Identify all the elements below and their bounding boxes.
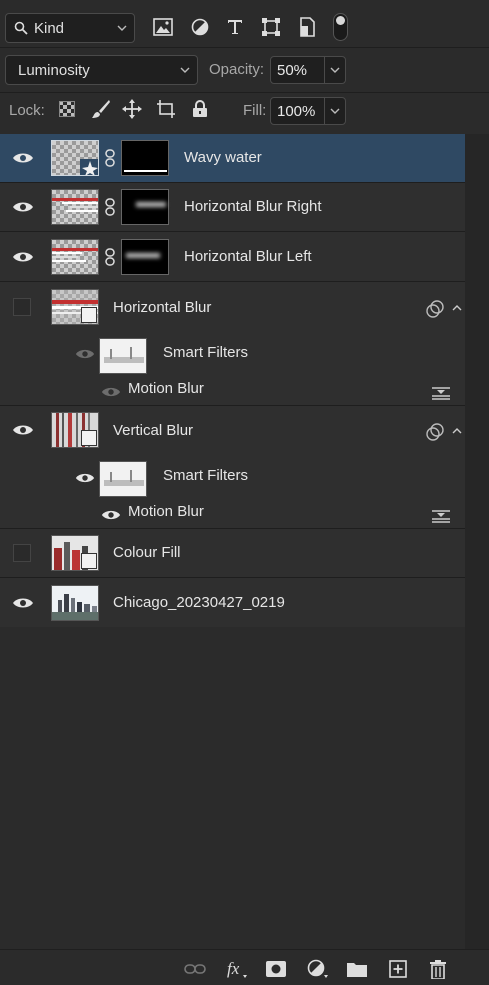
shape-layer-filter-icon[interactable]: [260, 16, 282, 38]
opacity-field[interactable]: 50%: [270, 56, 346, 84]
fill-field[interactable]: 100%: [270, 97, 346, 125]
layer-thumbnail[interactable]: [51, 412, 99, 448]
kind-filter-select[interactable]: Kind: [5, 13, 135, 43]
eye-icon[interactable]: [12, 596, 34, 610]
pixel-layer-filter-icon[interactable]: [152, 16, 174, 38]
search-icon: [14, 21, 28, 35]
layer-thumbnail[interactable]: [51, 189, 99, 225]
lock-transparent-pixels-icon[interactable]: [56, 98, 78, 120]
layer-row-wavy-water[interactable]: Wavy water: [0, 134, 465, 182]
filter-row-motion-blur[interactable]: Motion Blur: [0, 496, 465, 528]
chevron-down-icon[interactable]: [329, 105, 341, 117]
add-mask-icon[interactable]: [265, 959, 287, 979]
layer-mask-thumbnail[interactable]: [121, 189, 169, 225]
layer-name[interactable]: Horizontal Blur: [113, 299, 211, 316]
layer-group-horizontal-blur: Horizontal Blur Smart Filters Motion Blu…: [0, 282, 465, 405]
chain-link-icon[interactable]: [105, 198, 115, 216]
lock-position-icon[interactable]: [121, 98, 143, 120]
eye-icon[interactable]: [12, 250, 34, 264]
smart-object-link-icon: [426, 423, 444, 441]
layer-thumbnail[interactable]: [51, 585, 99, 621]
layer-name[interactable]: Vertical Blur: [113, 422, 193, 439]
new-group-icon[interactable]: [346, 959, 368, 979]
smart-filter-mask-thumbnail[interactable]: [99, 338, 147, 374]
eye-icon[interactable]: [75, 347, 95, 361]
kind-filter-label: Kind: [34, 19, 65, 37]
layer-group-vertical-blur: Vertical Blur Smart Filters Motion Blur: [0, 406, 465, 528]
opacity-label: Opacity:: [209, 61, 265, 78]
smart-object-badge-icon: [81, 553, 97, 569]
eye-icon[interactable]: [101, 385, 121, 399]
fill-label: Fill:: [243, 102, 267, 119]
filter-toggle-switch[interactable]: [333, 13, 348, 41]
eye-icon[interactable]: [75, 471, 95, 485]
smart-object-badge-icon: [81, 430, 97, 446]
layer-row-chicago[interactable]: Chicago_20230427_0219: [0, 578, 465, 627]
layer-row-horizontal-blur-right[interactable]: Horizontal Blur Right: [0, 183, 465, 231]
blending-options-icon[interactable]: [431, 509, 451, 523]
filter-name[interactable]: Motion Blur: [128, 380, 204, 397]
smart-filter-mask-thumbnail[interactable]: [99, 461, 147, 497]
blend-mode-select[interactable]: Luminosity: [5, 55, 198, 85]
eye-icon[interactable]: [12, 200, 34, 214]
chevron-down-icon[interactable]: [329, 64, 341, 76]
lock-artboard-icon[interactable]: [155, 98, 177, 120]
fx-icon[interactable]: fx: [226, 959, 248, 979]
visibility-off-box[interactable]: [13, 298, 31, 316]
opacity-value[interactable]: 50%: [277, 62, 307, 79]
layer-thumbnail[interactable]: [51, 140, 99, 176]
collapse-chevron-icon[interactable]: [450, 426, 464, 436]
layer-row-vertical-blur[interactable]: Vertical Blur: [0, 406, 465, 456]
adjustment-layer-icon[interactable]: [307, 959, 329, 979]
layer-name[interactable]: Colour Fill: [113, 544, 181, 561]
smart-object-link-icon: [426, 300, 444, 318]
lock-label: Lock:: [9, 102, 45, 119]
lock-all-icon[interactable]: [189, 98, 211, 120]
layer-thumbnail[interactable]: [51, 239, 99, 275]
adjustment-layer-filter-icon[interactable]: [189, 16, 211, 38]
chevron-down-icon: [180, 67, 190, 73]
smart-object-badge-icon: [81, 307, 97, 323]
layers-bottom-toolbar: fx: [0, 949, 489, 985]
layers-scrollbar[interactable]: [465, 134, 489, 949]
type-layer-filter-icon[interactable]: [224, 16, 246, 38]
layer-thumbnail[interactable]: [51, 289, 99, 325]
layer-name[interactable]: Chicago_20230427_0219: [113, 594, 285, 611]
layer-mask-thumbnail[interactable]: [121, 140, 169, 176]
layer-row-colour-fill[interactable]: Colour Fill: [0, 529, 465, 577]
eye-icon[interactable]: [101, 508, 121, 522]
blending-options-icon[interactable]: [431, 386, 451, 400]
fill-value[interactable]: 100%: [277, 103, 315, 120]
delete-icon[interactable]: [427, 959, 449, 979]
smart-filters-label: Smart Filters: [163, 467, 249, 484]
eye-icon[interactable]: [12, 423, 34, 437]
layer-name[interactable]: Wavy water: [184, 149, 262, 166]
new-layer-icon[interactable]: [387, 959, 409, 979]
layer-thumbnail[interactable]: [51, 535, 99, 571]
smart-filters-row[interactable]: Smart Filters: [0, 456, 465, 497]
chevron-down-icon: [117, 25, 127, 31]
visibility-off-box[interactable]: [13, 544, 31, 562]
layer-row-horizontal-blur[interactable]: Horizontal Blur: [0, 282, 465, 332]
smart-filters-row[interactable]: Smart Filters: [0, 332, 465, 374]
chain-link-icon[interactable]: [105, 248, 115, 266]
chain-link-icon[interactable]: [105, 149, 115, 167]
smart-filters-label: Smart Filters: [163, 344, 249, 361]
filter-row-motion-blur[interactable]: Motion Blur: [0, 372, 465, 404]
smart-object-filter-icon[interactable]: [296, 16, 318, 38]
layer-mask-thumbnail[interactable]: [121, 239, 169, 275]
eye-icon[interactable]: [12, 151, 34, 165]
link-layers-icon[interactable]: [184, 959, 206, 979]
collapse-chevron-icon[interactable]: [450, 303, 464, 313]
blend-mode-value: Luminosity: [18, 61, 90, 79]
layer-row-horizontal-blur-left[interactable]: Horizontal Blur Left: [0, 232, 465, 281]
lock-image-pixels-icon[interactable]: [90, 98, 112, 120]
svg-text:fx: fx: [227, 959, 240, 978]
layer-name[interactable]: Horizontal Blur Left: [184, 248, 312, 265]
filter-name[interactable]: Motion Blur: [128, 503, 204, 520]
layer-name[interactable]: Horizontal Blur Right: [184, 198, 322, 215]
